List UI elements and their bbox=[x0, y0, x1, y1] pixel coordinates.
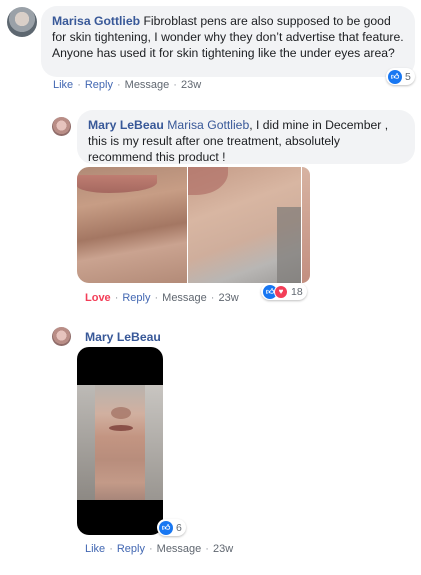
photo-detail bbox=[77, 385, 95, 500]
separator: · bbox=[116, 79, 121, 91]
separator: · bbox=[114, 292, 119, 304]
timestamp[interactable]: 23w bbox=[218, 292, 238, 304]
comment-actions: Like · Reply · Message · 23w bbox=[53, 79, 201, 91]
reaction-count: 5 bbox=[405, 70, 411, 83]
reply-button[interactable]: Reply bbox=[122, 292, 150, 304]
comment-photo[interactable] bbox=[77, 347, 163, 535]
comment-photo-more[interactable] bbox=[302, 167, 310, 283]
love-button[interactable]: Love bbox=[85, 292, 111, 304]
message-button[interactable]: Message bbox=[162, 292, 207, 304]
comment-photo-before[interactable] bbox=[77, 167, 187, 283]
photo-detail bbox=[188, 167, 228, 195]
photo-detail bbox=[111, 407, 131, 419]
thumbs-up-icon: 👍︎ bbox=[388, 69, 402, 84]
separator: · bbox=[154, 292, 159, 304]
separator: · bbox=[148, 543, 153, 555]
timestamp[interactable]: 23w bbox=[181, 79, 201, 91]
comment-bubble: Marisa Gottlieb Fibroblast pens are also… bbox=[41, 6, 415, 77]
reaction-summary[interactable]: 👍︎ 6 bbox=[157, 519, 186, 536]
avatar-mary[interactable] bbox=[52, 117, 71, 136]
photo-detail bbox=[145, 385, 163, 500]
photo-detail bbox=[77, 175, 157, 193]
comment-actions: Like · Reply · Message · 23w bbox=[85, 543, 233, 555]
avatar-mary[interactable] bbox=[52, 327, 71, 346]
reply-button[interactable]: Reply bbox=[117, 543, 145, 555]
like-button[interactable]: Like bbox=[85, 543, 105, 555]
comment-photo-after[interactable] bbox=[188, 167, 301, 283]
separator: · bbox=[210, 292, 215, 304]
thumbs-up-icon: 👍︎ bbox=[159, 520, 173, 535]
mention-link[interactable]: Marisa Gottlieb bbox=[167, 118, 249, 132]
separator: · bbox=[205, 543, 209, 555]
separator: · bbox=[77, 79, 81, 91]
photo-detail bbox=[277, 207, 301, 283]
comment-actions: Love · Reply · Message · 23w bbox=[85, 292, 239, 304]
reaction-count: 18 bbox=[291, 285, 303, 298]
comment-author[interactable]: Mary LeBeau bbox=[88, 118, 164, 132]
message-button[interactable]: Message bbox=[125, 79, 170, 91]
timestamp[interactable]: 23w bbox=[213, 543, 233, 555]
message-button[interactable]: Message bbox=[157, 543, 202, 555]
reaction-count: 6 bbox=[176, 521, 182, 534]
reaction-summary[interactable]: 👍︎ 5 bbox=[386, 68, 415, 85]
reply-button[interactable]: Reply bbox=[85, 79, 113, 91]
separator: · bbox=[109, 543, 113, 555]
photo-face bbox=[77, 385, 163, 500]
reaction-summary[interactable]: 👍︎ ♥ 18 bbox=[261, 283, 307, 300]
comment-bubble: Mary LeBeau Marisa Gottlieb, I did mine … bbox=[77, 110, 415, 164]
photo-detail bbox=[109, 425, 133, 431]
separator: · bbox=[173, 79, 177, 91]
comment-author[interactable]: Marisa Gottlieb bbox=[52, 14, 140, 28]
like-button[interactable]: Like bbox=[53, 79, 73, 91]
heart-icon: ♥ bbox=[274, 284, 288, 299]
comment-author[interactable]: Mary LeBeau bbox=[85, 330, 161, 344]
avatar-marisa[interactable] bbox=[7, 7, 37, 37]
